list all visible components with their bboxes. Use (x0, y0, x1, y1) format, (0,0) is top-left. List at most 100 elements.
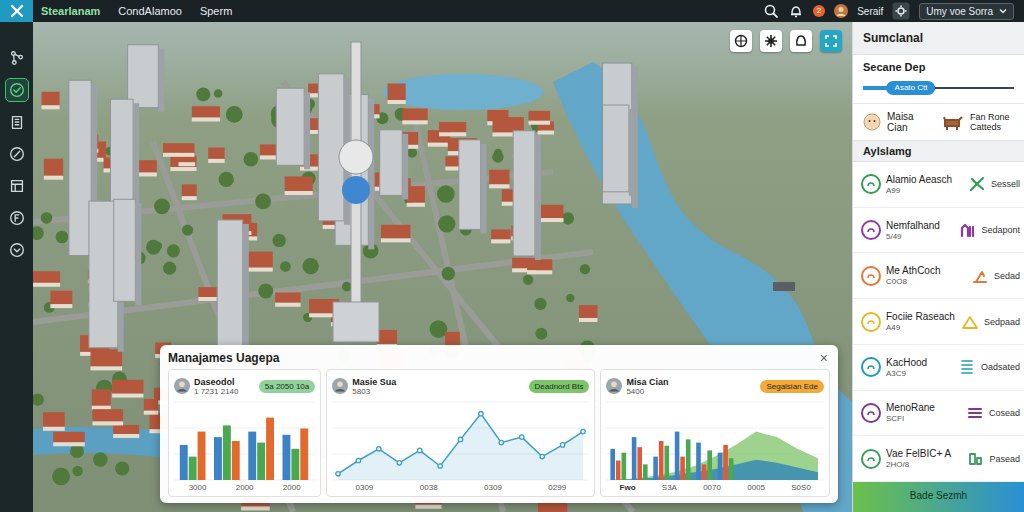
sidebar-item[interactable] (5, 238, 29, 262)
list-item[interactable]: MenoRaneSCFICosead (853, 391, 1024, 437)
chart-bar[interactable] (300, 429, 308, 481)
chart-bar[interactable] (702, 464, 707, 480)
chart-point[interactable] (377, 447, 381, 451)
chart-point[interactable] (581, 429, 585, 433)
chart-bar[interactable] (729, 458, 734, 480)
sidebar-item[interactable] (5, 142, 29, 166)
chart-bar[interactable] (632, 437, 637, 480)
slider-handle[interactable]: Asato Ctt (887, 81, 936, 95)
sidebar-item[interactable] (5, 110, 29, 134)
chart-point[interactable] (397, 461, 401, 465)
user-name[interactable]: Seraif (857, 6, 883, 17)
list-item[interactable]: Fociie RaseachA49Sedpaad (853, 299, 1024, 345)
chart-bar[interactable] (708, 450, 713, 480)
workspace-dropdown[interactable]: Umy voe Sorra (919, 3, 1014, 20)
sidebar-item[interactable] (5, 46, 29, 70)
item-status-icon (861, 174, 881, 194)
item-action-icon (966, 450, 984, 468)
chart-bar[interactable] (257, 443, 265, 480)
item-action-icon (958, 221, 976, 239)
chart-bar[interactable] (654, 457, 659, 480)
close-button[interactable]: × (818, 351, 830, 365)
list-item[interactable]: Alamio AeaschA99Sessell (853, 162, 1024, 208)
chart-point[interactable] (336, 472, 340, 476)
chart-bar[interactable] (198, 432, 206, 480)
item-action[interactable]: Pasead (989, 454, 1020, 464)
item-action[interactable]: Cosead (989, 408, 1020, 418)
scene-slider[interactable]: Asato Ctt (863, 81, 1014, 95)
workspace-label: Umy voe Sorra (926, 6, 993, 17)
app-logo-icon[interactable] (0, 0, 33, 22)
search-icon[interactable] (763, 3, 779, 19)
chart-point[interactable] (499, 440, 503, 444)
sidebar-item[interactable] (5, 78, 29, 102)
item-action[interactable]: Sedapont (981, 225, 1020, 235)
chart-bar[interactable] (180, 445, 188, 480)
face-icon (863, 113, 881, 131)
item-action[interactable]: Oadsated (981, 362, 1020, 372)
chart-point[interactable] (356, 458, 360, 462)
chart-bar[interactable] (283, 435, 291, 480)
search-button[interactable]: Bade Sezmh (853, 482, 1024, 512)
chart-point[interactable] (459, 437, 463, 441)
chart-bar[interactable] (223, 425, 231, 480)
usage-card[interactable]: Misa Cian5400Segalsian EdeFwoS3A00700005… (600, 369, 830, 497)
map-tool[interactable] (730, 30, 752, 52)
chart-bar[interactable] (675, 432, 680, 480)
chart-bar[interactable] (718, 453, 723, 480)
chart-bar[interactable] (248, 432, 256, 480)
list-item[interactable]: KacHoodA3C9Oadsated (853, 345, 1024, 391)
usage-card[interactable]: Daseodol1 7231 21405a 2050 10a3000200020… (168, 369, 321, 497)
chart-area (612, 432, 818, 480)
card-tag[interactable]: Segalsian Ede (760, 380, 824, 393)
chart-bar[interactable] (611, 449, 616, 480)
top-menu-item[interactable]: Sperm (200, 5, 232, 17)
item-name: Fociie Raseach (886, 311, 956, 322)
item-action[interactable]: Sedpaad (984, 317, 1020, 327)
chart-point[interactable] (438, 464, 442, 468)
chart-bar[interactable] (638, 447, 643, 480)
chart-bar[interactable] (643, 464, 648, 480)
bell-icon[interactable] (788, 3, 804, 19)
usage-panel[interactable]: Manajames Uagepa×Daseodol1 7231 21405a 2… (160, 345, 838, 503)
item-action[interactable]: Sedad (994, 271, 1020, 281)
chart-point[interactable] (520, 435, 524, 439)
chart-point[interactable] (479, 412, 483, 416)
map-tool[interactable] (790, 30, 812, 52)
chart-bar[interactable] (686, 439, 691, 480)
card-tag[interactable]: 5a 2050 10a (259, 380, 316, 393)
sidebar-item[interactable] (5, 174, 29, 198)
chart-point[interactable] (540, 454, 544, 458)
chart-bar[interactable] (659, 441, 664, 480)
chart-bar[interactable] (616, 461, 621, 481)
item-code: A99 (886, 186, 963, 195)
item-action[interactable]: Sessell (991, 179, 1020, 189)
map-tool[interactable] (820, 30, 842, 52)
avatar-icon[interactable] (834, 4, 848, 18)
top-menu-item[interactable]: CondAlamoo (118, 5, 182, 17)
chart-bar[interactable] (724, 445, 729, 480)
item-code: C0O8 (886, 277, 966, 286)
chart-bar[interactable] (266, 418, 274, 480)
usage-card[interactable]: Masie Sua5803Deadnord Bts030900380309029… (326, 369, 595, 497)
chart-bar[interactable] (232, 441, 240, 480)
list-item[interactable]: Vae FelBIC+ A2HO/8Pasead (853, 436, 1024, 482)
top-menu-item[interactable]: Stearlanam (41, 5, 100, 17)
map-tool[interactable] (760, 30, 782, 52)
chart-bar[interactable] (214, 437, 222, 480)
chart-bar[interactable] (681, 457, 686, 480)
chart-bar[interactable] (665, 446, 670, 480)
sidebar-item[interactable] (5, 206, 29, 230)
settings-icon[interactable] (892, 2, 910, 20)
chart-point[interactable] (418, 448, 422, 452)
chart-bar[interactable] (697, 443, 702, 480)
chart-bar[interactable] (622, 453, 627, 480)
chart-point[interactable] (561, 443, 565, 447)
card-tag[interactable]: Deadnord Bts (529, 380, 590, 393)
list-item[interactable]: Me AthCochC0O8Sedad (853, 253, 1024, 299)
chart-bar[interactable] (189, 457, 197, 480)
list-item[interactable]: Nemfalhand5/49Sedapont (853, 208, 1024, 254)
map-view[interactable]: Manajames Uagepa×Daseodol1 7231 21405a 2… (33, 22, 852, 512)
scene-item[interactable]: Maisa CianFan Rone Catteds (853, 104, 1024, 141)
chart-bar[interactable] (291, 449, 299, 480)
